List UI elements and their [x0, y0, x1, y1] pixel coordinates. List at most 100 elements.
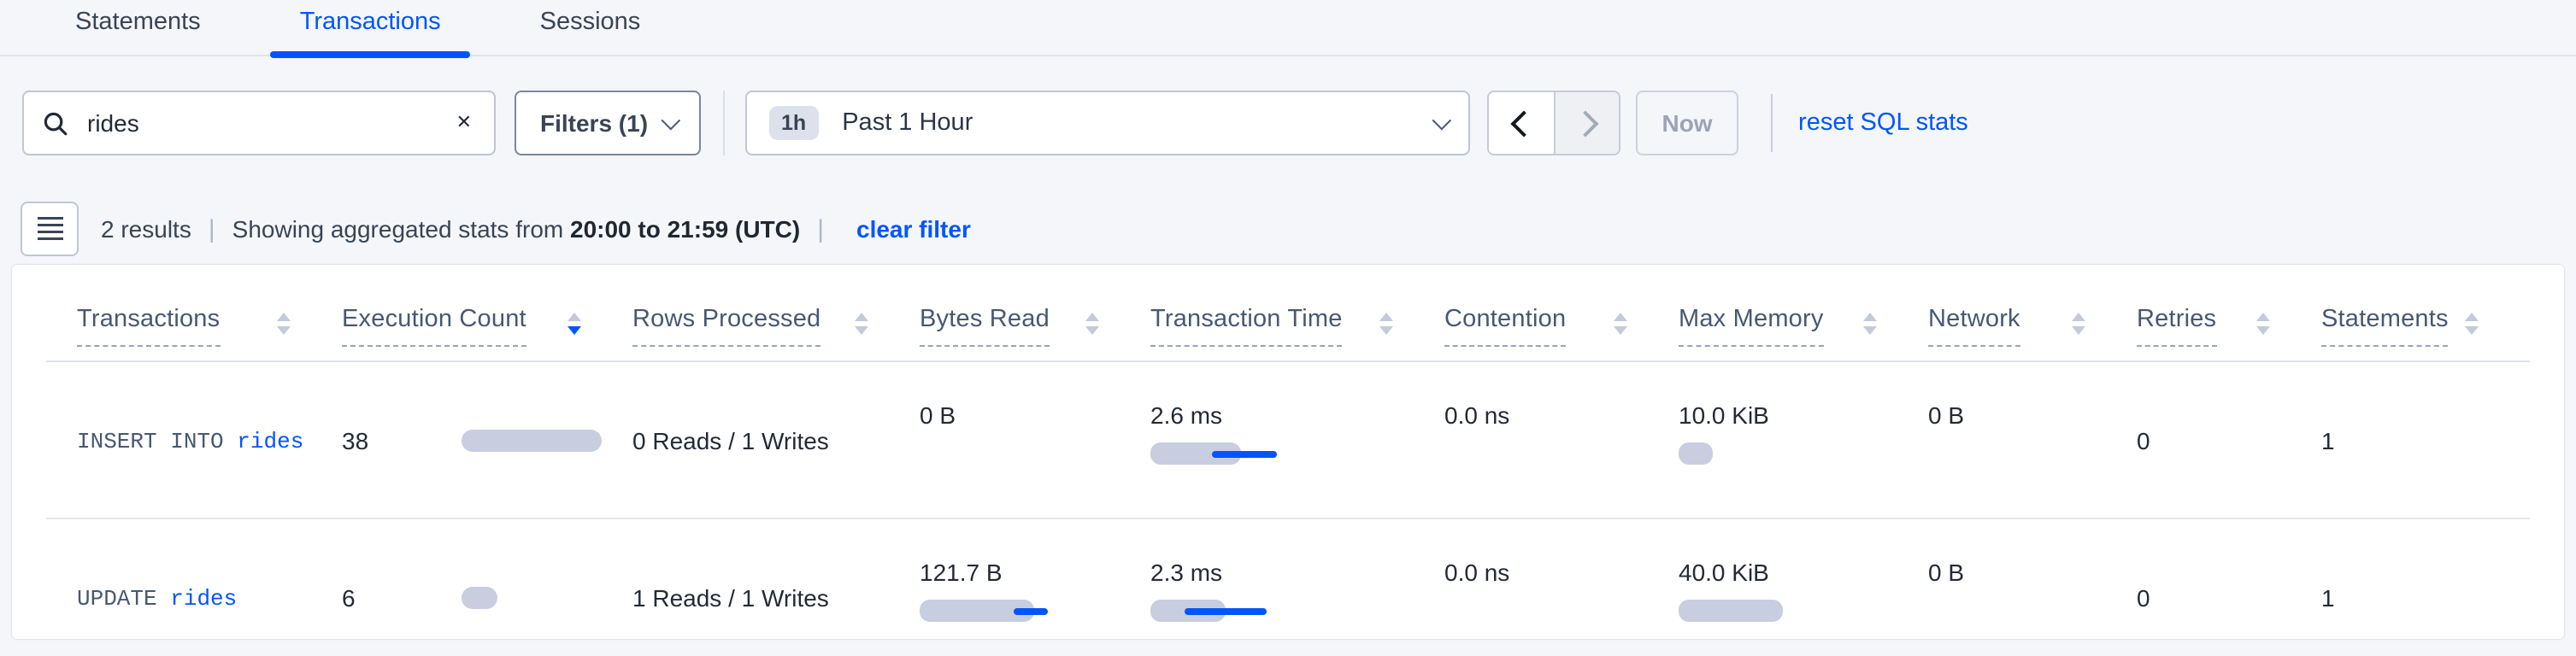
bytes-read-value: 0 B — [920, 398, 1150, 432]
chevron-left-icon — [1510, 109, 1537, 136]
column-header-transactions[interactable]: Transactions — [46, 265, 342, 361]
transactions-table-card: Transactions Execution Count Rows Proces… — [12, 265, 2564, 639]
chevron-right-icon — [1571, 109, 1597, 136]
sort-icon — [2465, 306, 2479, 334]
sql-statement-text: UPDATE — [77, 586, 157, 612]
bytes-read-value: 121.7 B — [920, 555, 1150, 589]
column-header-contention[interactable]: Contention — [1444, 265, 1679, 361]
sort-icon — [1614, 306, 1627, 334]
transaction-row: INSERT INTO rides 38 0 Reads / 1 Writes … — [46, 361, 2530, 518]
transaction-time-value: 2.6 ms — [1150, 398, 1444, 432]
toolbar-divider — [723, 91, 725, 155]
statements-cell: 1 — [2321, 518, 2530, 639]
sort-icon — [855, 306, 868, 334]
transaction-time-cell: 2.3 ms — [1150, 518, 1444, 639]
transactions-table: Transactions Execution Count Rows Proces… — [46, 265, 2530, 639]
sort-icon-active-desc — [568, 306, 581, 334]
execution-count-value: 38 — [342, 426, 368, 454]
time-range-label: Past 1 Hour — [842, 109, 973, 137]
network-cell: 0 B — [1928, 518, 2137, 639]
results-count: 2 results — [101, 215, 191, 243]
search-icon — [43, 110, 68, 136]
network-cell: 0 B — [1928, 361, 2137, 518]
transaction-time-cell: 2.6 ms — [1150, 361, 1444, 518]
transaction-fingerprint-cell: INSERT INTO rides — [46, 361, 342, 518]
transaction-time-bar — [1150, 600, 1444, 622]
sql-activity-page: Statements Transactions Sessions ✕ Filte… — [0, 0, 2576, 656]
transaction-time-bar — [1150, 442, 1444, 465]
bytes-read-cell: 121.7 B — [920, 518, 1150, 639]
sort-icon — [1863, 306, 1877, 334]
separator: | — [209, 214, 215, 243]
contention-value: 0.0 ns — [1444, 398, 1679, 432]
max-memory-cell: 40.0 KiB — [1679, 518, 1928, 639]
execution-count-cell: 6 — [342, 518, 632, 639]
max-memory-bar — [1679, 600, 1928, 622]
column-header-max-memory[interactable]: Max Memory — [1679, 265, 1928, 361]
reset-sql-stats-link[interactable]: reset SQL stats — [1798, 109, 1968, 137]
transaction-fingerprint-link[interactable]: rides — [170, 586, 237, 612]
tab-transactions[interactable]: Transactions — [300, 0, 441, 56]
separator: | — [817, 214, 824, 243]
chevron-down-icon — [1432, 111, 1452, 131]
execution-count-value: 6 — [342, 583, 356, 611]
tab-statements[interactable]: Statements — [75, 0, 201, 56]
execution-count-cell: 38 — [342, 361, 632, 518]
retries-cell: 0 — [2137, 361, 2321, 518]
max-memory-value: 40.0 KiB — [1679, 555, 1928, 589]
prev-time-button[interactable] — [1489, 92, 1554, 154]
sort-icon — [2072, 306, 2085, 334]
column-selector-button[interactable] — [21, 202, 79, 256]
time-pager — [1487, 91, 1620, 155]
max-memory-bar — [1679, 442, 1928, 465]
sql-statement-text: INSERT INTO — [77, 429, 224, 454]
list-menu-icon — [37, 218, 62, 241]
network-value: 0 B — [1928, 555, 2137, 589]
max-memory-value: 10.0 KiB — [1679, 398, 1928, 432]
rows-processed-cell: 0 Reads / 1 Writes — [632, 361, 920, 518]
chevron-down-icon — [662, 111, 681, 131]
filters-button[interactable]: Filters (1) — [515, 91, 701, 155]
column-header-network[interactable]: Network — [1928, 265, 2137, 361]
statements-cell: 1 — [2321, 361, 2530, 518]
clear-filter-link[interactable]: clear filter — [856, 215, 971, 243]
clear-search-icon[interactable]: ✕ — [453, 110, 475, 136]
now-button[interactable]: Now — [1636, 91, 1738, 155]
toolbar-divider — [1771, 94, 1773, 152]
bytes-read-cell: 0 B — [920, 361, 1150, 518]
filters-button-label: Filters (1) — [540, 109, 648, 137]
time-range-badge: 1h — [769, 106, 818, 141]
tab-bar: Statements Transactions Sessions — [0, 0, 2576, 56]
rows-processed-cell: 1 Reads / 1 Writes — [632, 518, 920, 639]
column-header-transaction-time[interactable]: Transaction Time — [1150, 265, 1444, 361]
toolbar: ✕ Filters (1) 1h Past 1 Hour Now reset S… — [22, 91, 2576, 155]
sort-icon — [1379, 306, 1393, 334]
time-range-picker[interactable]: 1h Past 1 Hour — [745, 91, 1470, 155]
column-header-rows-processed[interactable]: Rows Processed — [632, 265, 920, 361]
bytes-read-bar — [920, 600, 1150, 622]
search-input-container[interactable]: ✕ — [22, 91, 496, 155]
tab-sessions[interactable]: Sessions — [540, 0, 641, 56]
contention-cell: 0.0 ns — [1444, 518, 1679, 639]
transaction-time-value: 2.3 ms — [1150, 555, 1444, 589]
sort-icon — [1085, 306, 1099, 334]
sort-icon — [2256, 306, 2270, 334]
execution-count-bar — [462, 586, 497, 608]
transaction-row: UPDATE rides 6 1 Reads / 1 Writes 121.7 … — [46, 518, 2530, 639]
next-time-button[interactable] — [1554, 92, 1619, 154]
stats-time-range: 20:00 to 21:59 (UTC) — [570, 215, 800, 243]
contention-cell: 0.0 ns — [1444, 361, 1679, 518]
transaction-fingerprint-cell: UPDATE rides — [46, 518, 342, 639]
column-header-execution-count[interactable]: Execution Count — [342, 265, 632, 361]
table-header-row: Transactions Execution Count Rows Proces… — [46, 265, 2530, 361]
transaction-fingerprint-link[interactable]: rides — [237, 429, 303, 454]
max-memory-cell: 10.0 KiB — [1679, 361, 1928, 518]
column-header-bytes-read[interactable]: Bytes Read — [920, 265, 1150, 361]
search-input[interactable] — [84, 108, 453, 138]
column-header-statements[interactable]: Statements — [2321, 265, 2530, 361]
execution-count-bar — [462, 429, 602, 451]
aggregated-stats-text: Showing aggregated stats from 20:00 to 2… — [232, 215, 801, 243]
results-bar: 2 results | Showing aggregated stats fro… — [21, 202, 2576, 256]
column-header-retries[interactable]: Retries — [2137, 265, 2321, 361]
sort-icon — [277, 306, 291, 334]
